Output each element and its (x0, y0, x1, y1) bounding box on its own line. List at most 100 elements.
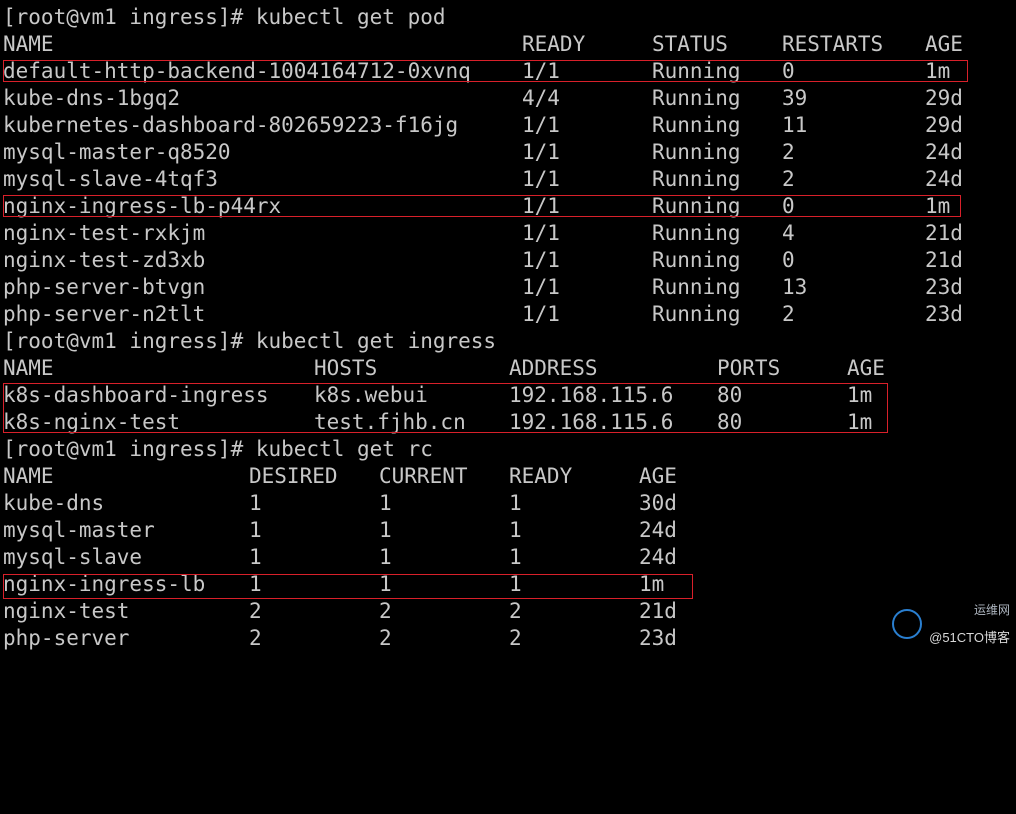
ingress-address: 192.168.115.6 (509, 383, 674, 407)
pod-age: 1m (925, 194, 951, 218)
rc-ready: 1 (509, 572, 522, 596)
header-status: STATUS (652, 32, 728, 56)
rc-age: 24d (639, 518, 677, 542)
rc-ready: 2 (509, 626, 522, 650)
rc-current: 2 (379, 599, 392, 623)
pod-restarts: 0 (782, 59, 795, 83)
ingress-age: 1m (847, 383, 873, 407)
ingress-table-header: NAME HOSTS ADDRESS PORTS AGE (3, 355, 885, 382)
pod-ready: 1/1 (522, 221, 560, 245)
rc-name: nginx-test (3, 599, 130, 623)
rc-desired: 1 (249, 518, 262, 542)
ingress-row: k8s-dashboard-ingress k8s.webui 192.168.… (3, 382, 872, 409)
pod-age: 21d (925, 248, 963, 272)
pod-age: 29d (925, 86, 963, 110)
pod-age: 23d (925, 275, 963, 299)
header-current: CURRENT (379, 464, 468, 488)
rc-age: 23d (639, 626, 677, 650)
rc-desired: 1 (249, 545, 262, 569)
rc-desired: 1 (249, 572, 262, 596)
pod-restarts: 39 (782, 86, 808, 110)
pod-age: 24d (925, 140, 963, 164)
watermark-line2: @51CTO博客 (929, 630, 1010, 645)
rc-name: mysql-slave (3, 545, 143, 569)
pod-ready: 1/1 (522, 140, 560, 164)
pod-status: Running (652, 167, 741, 191)
ingress-ports: 80 (717, 383, 743, 407)
pod-table-header: NAME READY STATUS RESTARTS AGE (3, 31, 963, 58)
pod-age: 23d (925, 302, 963, 326)
pod-status: Running (652, 140, 741, 164)
rc-row: mysql-master 1 1 1 24d (3, 517, 677, 544)
rc-ready: 1 (509, 491, 522, 515)
pod-row: nginx-test-zd3xb 1/1 Running 0 21d (3, 247, 963, 274)
pod-ready: 4/4 (522, 86, 560, 110)
pod-ready: 1/1 (522, 167, 560, 191)
pod-name: php-server-btvgn (3, 275, 206, 299)
rc-ready: 1 (509, 545, 522, 569)
header-age: AGE (847, 356, 885, 380)
pod-name: mysql-slave-4tqf3 (3, 167, 218, 191)
pod-name: kubernetes-dashboard-802659223-f16jg (3, 113, 459, 137)
pod-row: kubernetes-dashboard-802659223-f16jg 1/1… (3, 112, 963, 139)
rc-age: 24d (639, 545, 677, 569)
pod-name: nginx-test-rxkjm (3, 221, 206, 245)
pod-age: 29d (925, 113, 963, 137)
ingress-age: 1m (847, 410, 873, 434)
pod-status: Running (652, 194, 741, 218)
ingress-ports: 80 (717, 410, 743, 434)
rc-ready: 2 (509, 599, 522, 623)
rc-row: mysql-slave 1 1 1 24d (3, 544, 677, 571)
pod-ready: 1/1 (522, 59, 560, 83)
rc-row: php-server 2 2 2 23d (3, 625, 677, 652)
pod-restarts: 4 (782, 221, 795, 245)
rc-row: nginx-test 2 2 2 21d (3, 598, 677, 625)
pod-restarts: 2 (782, 167, 795, 191)
pod-age: 24d (925, 167, 963, 191)
rc-name: nginx-ingress-lb (3, 572, 206, 596)
pod-ready: 1/1 (522, 302, 560, 326)
pod-row: php-server-btvgn 1/1 Running 13 23d (3, 274, 963, 301)
pod-restarts: 0 (782, 248, 795, 272)
rc-current: 1 (379, 545, 392, 569)
command-prompt-get-ingress: [root@vm1 ingress]# kubectl get ingress (3, 329, 497, 353)
pod-restarts: 11 (782, 113, 808, 137)
rc-name: php-server (3, 626, 130, 650)
pod-status: Running (652, 302, 741, 326)
rc-desired: 1 (249, 491, 262, 515)
rc-age: 1m (639, 572, 665, 596)
header-name: NAME (3, 32, 54, 56)
rc-current: 1 (379, 491, 392, 515)
command-prompt-get-rc: [root@vm1 ingress]# kubectl get rc (3, 437, 433, 461)
pod-name: mysql-master-q8520 (3, 140, 231, 164)
pod-status: Running (652, 113, 741, 137)
watermark: 运维网 @51CTO博客 (891, 597, 1010, 651)
pod-row: default-http-backend-1004164712-0xvnq 1/… (3, 58, 950, 85)
pod-row: mysql-master-q8520 1/1 Running 2 24d (3, 139, 963, 166)
ingress-name: k8s-dashboard-ingress (3, 383, 269, 407)
rc-ready: 1 (509, 518, 522, 542)
header-ports: PORTS (717, 356, 781, 380)
header-age: AGE (639, 464, 677, 488)
ingress-hosts: k8s.webui (314, 383, 428, 407)
pod-status: Running (652, 86, 741, 110)
rc-current: 1 (379, 572, 392, 596)
pod-ready: 1/1 (522, 194, 560, 218)
pod-status: Running (652, 275, 741, 299)
rc-name: kube-dns (3, 491, 105, 515)
pod-ready: 1/1 (522, 248, 560, 272)
pod-age: 1m (925, 59, 951, 83)
header-age: AGE (925, 32, 963, 56)
ingress-row: k8s-nginx-test test.fjhb.cn 192.168.115.… (3, 409, 872, 436)
pod-status: Running (652, 221, 741, 245)
pod-name: nginx-test-zd3xb (3, 248, 206, 272)
rc-current: 2 (379, 626, 392, 650)
ingress-address: 192.168.115.6 (509, 410, 674, 434)
pod-row: nginx-test-rxkjm 1/1 Running 4 21d (3, 220, 963, 247)
pod-age: 21d (925, 221, 963, 245)
terminal-window[interactable]: [root@vm1 ingress]# kubectl get pod NAME… (0, 0, 1016, 657)
header-name: NAME (3, 356, 54, 380)
pod-status: Running (652, 248, 741, 272)
pod-row: nginx-ingress-lb-p44rx 1/1 Running 0 1m (3, 193, 950, 220)
rc-name: mysql-master (3, 518, 155, 542)
